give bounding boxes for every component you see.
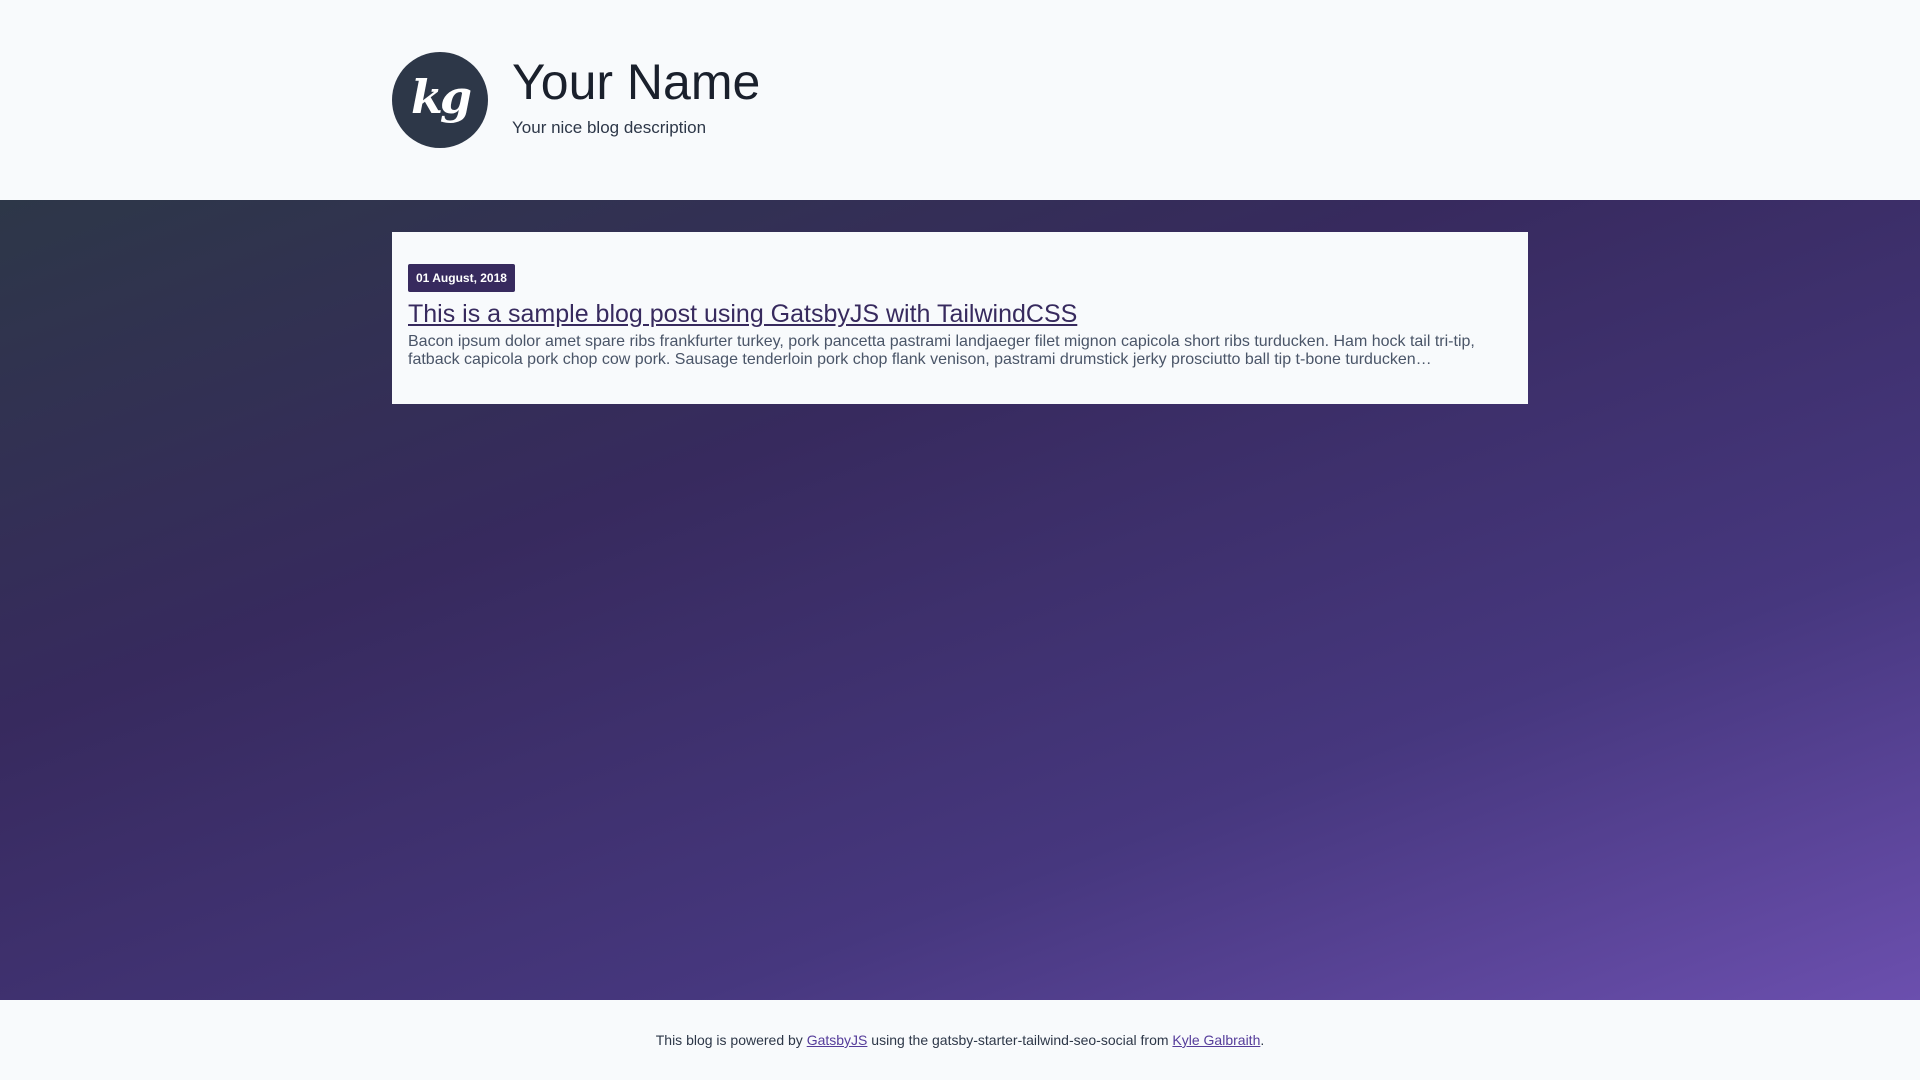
brand: kg Your Name Your nice blog description xyxy=(392,52,760,148)
post-excerpt: Bacon ipsum dolor amet spare ribs frankf… xyxy=(408,333,1475,368)
gatsbyjs-link[interactable]: GatsbyJS xyxy=(807,1032,868,1048)
footer-text-after: . xyxy=(1260,1032,1265,1048)
footer-text-before: This blog is powered by xyxy=(655,1032,807,1048)
kyle-galbraith-link[interactable]: Kyle Galbraith xyxy=(1172,1032,1260,1048)
site-header: kg Your Name Your nice blog description xyxy=(0,0,1920,200)
post-date-badge: 01 August, 2018 xyxy=(408,264,515,292)
site-title[interactable]: Your Name xyxy=(512,52,760,112)
brand-text: Your Name Your nice blog description xyxy=(512,52,760,138)
footer-text: This blog is powered by GatsbyJS using t… xyxy=(656,1032,1265,1048)
site-description: Your nice blog description xyxy=(512,118,707,137)
logo-text: kg xyxy=(410,70,472,124)
site-footer: This blog is powered by GatsbyJS using t… xyxy=(0,1000,1920,1080)
post-title-link[interactable]: This is a sample blog post using GatsbyJ… xyxy=(408,300,1512,329)
logo[interactable]: kg xyxy=(392,52,488,148)
post-card: 01 August, 2018 This is a sample blog po… xyxy=(392,232,1528,404)
main-content: 01 August, 2018 This is a sample blog po… xyxy=(0,200,1920,1000)
footer-text-middle: using the gatsby-starter-tailwind-seo-so… xyxy=(867,1032,1173,1048)
page: kg Your Name Your nice blog description … xyxy=(0,0,1920,1080)
